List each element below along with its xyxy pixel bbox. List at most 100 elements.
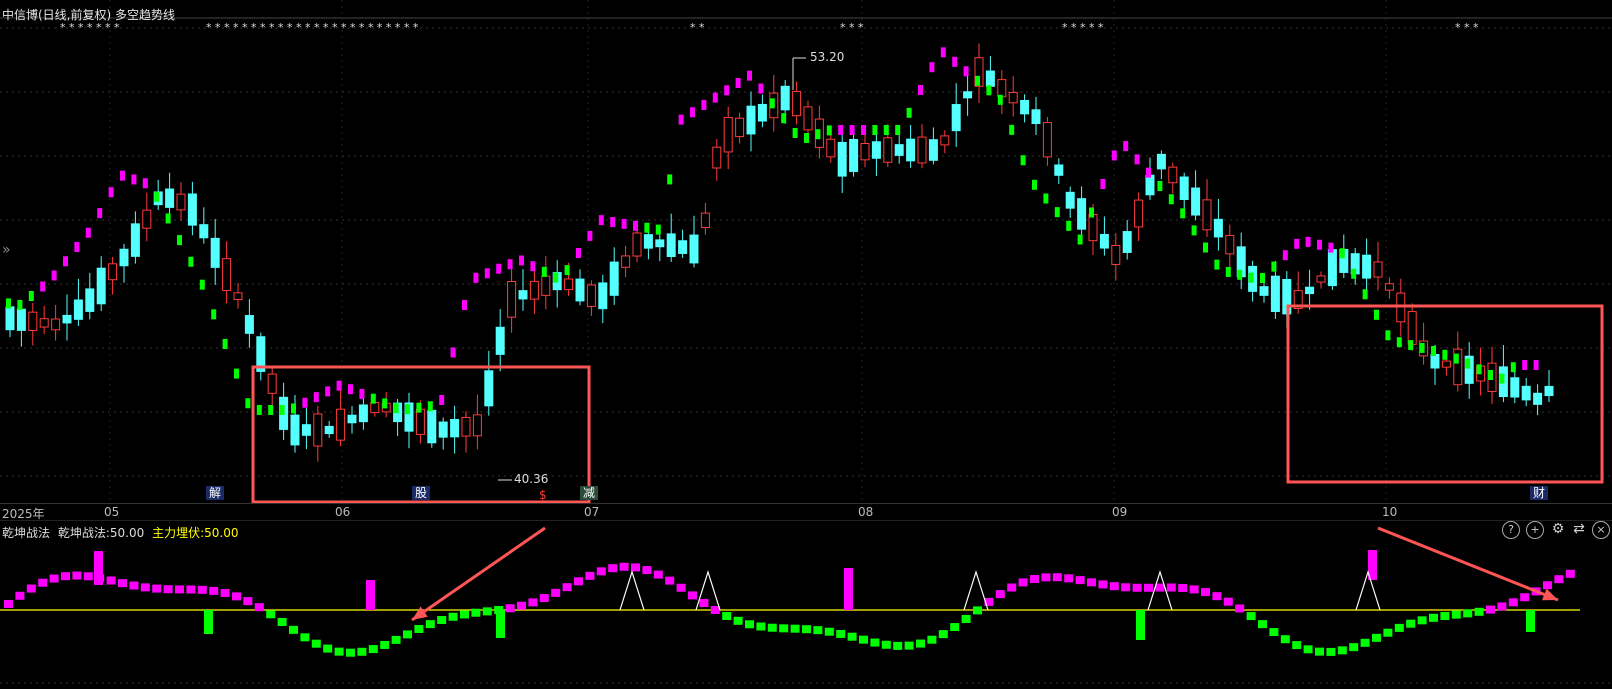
candle-body	[336, 408, 346, 441]
x-axis-month: 09	[1112, 505, 1128, 519]
x-axis-month: 05	[104, 505, 120, 519]
trend-dot	[416, 402, 422, 413]
trend-dot	[1294, 238, 1300, 249]
osc-bar	[482, 607, 492, 616]
osc-bar	[995, 590, 1005, 599]
osc-bar	[232, 592, 241, 601]
trend-dot	[792, 127, 798, 138]
trend-dot	[712, 92, 718, 103]
trend-dot	[1305, 236, 1311, 247]
expand-icon[interactable]: »	[2, 242, 11, 258]
candle-body	[210, 237, 220, 268]
candle-body	[1134, 199, 1144, 228]
osc-bar	[1121, 583, 1131, 592]
osc-bar	[1189, 585, 1199, 594]
candle-body	[746, 105, 756, 135]
marker-cai[interactable]: 财	[1530, 486, 1549, 500]
candle-body	[85, 288, 95, 312]
marker-jian[interactable]: 减	[580, 486, 599, 500]
candle-body	[1384, 283, 1394, 291]
trend-dot	[1180, 208, 1186, 219]
candle-body	[1179, 176, 1189, 200]
candle-body	[415, 408, 425, 435]
trend-dot	[279, 405, 285, 415]
trend-dot	[610, 217, 616, 228]
candle-body	[757, 103, 767, 122]
osc-bar	[779, 624, 789, 633]
osc-bar	[437, 615, 447, 624]
trend-dot	[1499, 373, 1505, 384]
candle-body	[1111, 244, 1121, 265]
candle-body	[1305, 286, 1315, 295]
trend-dot	[336, 380, 342, 391]
trend-dot	[1123, 141, 1129, 152]
trend-dot	[1089, 207, 1094, 218]
osc-bar	[1132, 583, 1142, 592]
trend-dot	[952, 56, 958, 67]
osc-bar	[1565, 569, 1575, 578]
osc-bar	[49, 574, 59, 583]
osc-bar	[277, 618, 287, 627]
candle-body	[529, 280, 539, 300]
trend-dot	[256, 405, 262, 415]
trend-dot	[17, 299, 23, 310]
trend-dot	[1203, 242, 1208, 253]
osc-bar	[1007, 583, 1017, 592]
osc-bar	[140, 583, 150, 592]
trend-dot	[826, 125, 832, 136]
osc-bar	[38, 578, 48, 587]
x-axis: 2025年 05 06 07 08 09 10	[0, 503, 1612, 521]
trend-dot	[1225, 266, 1231, 277]
candle-body	[883, 137, 893, 163]
osc-bar	[1383, 628, 1393, 637]
trend-dot	[838, 125, 844, 135]
trend-dot	[325, 386, 331, 397]
osc-bar	[254, 603, 264, 612]
trend-dot	[975, 75, 980, 86]
osc-bar	[266, 610, 276, 619]
osc-bar	[1349, 643, 1359, 652]
candle-body	[108, 263, 118, 281]
osc-bar	[631, 563, 640, 572]
osc-bar	[1258, 620, 1267, 629]
osc-bar	[1280, 635, 1290, 644]
trend-dot	[1043, 193, 1049, 204]
marker-jie[interactable]: 解	[206, 486, 225, 500]
trend-dot	[28, 291, 34, 301]
trend-dot	[690, 107, 695, 118]
osc-bar	[1326, 647, 1336, 656]
candle-body	[655, 239, 665, 248]
candle-body	[244, 315, 254, 334]
candle-body	[187, 193, 197, 226]
candle-body	[1430, 354, 1440, 369]
candle-body	[1316, 275, 1326, 283]
marker-dollar[interactable]: $	[536, 488, 550, 502]
trend-dot	[986, 85, 992, 96]
signal-star-group: * * *	[1455, 21, 1479, 34]
candle-body	[735, 117, 745, 138]
osc-bar	[209, 586, 219, 595]
price-chart[interactable]	[0, 0, 1612, 505]
candle-body	[1362, 254, 1372, 279]
trend-dot	[769, 98, 775, 109]
osc-bar	[642, 566, 652, 575]
annotation-arrowhead	[412, 606, 428, 620]
trend-dot	[359, 388, 365, 399]
candle-body	[928, 139, 938, 161]
trend-dot	[872, 125, 878, 135]
trend-dot	[1328, 242, 1334, 253]
indicator-chart[interactable]	[0, 520, 1612, 689]
osc-bar	[699, 598, 709, 607]
candle-body	[1202, 199, 1212, 231]
trend-dot	[462, 300, 467, 310]
trend-dot	[1077, 234, 1083, 245]
candle-body	[643, 234, 653, 249]
marker-gu[interactable]: 股	[412, 486, 431, 500]
candle-body	[985, 70, 995, 87]
trend-dot	[1419, 342, 1425, 353]
osc-bar	[72, 571, 82, 580]
osc-bar	[1155, 583, 1165, 592]
candle-body	[917, 136, 927, 164]
candle-body	[1042, 122, 1052, 158]
x-axis-month: 10	[1382, 505, 1398, 519]
